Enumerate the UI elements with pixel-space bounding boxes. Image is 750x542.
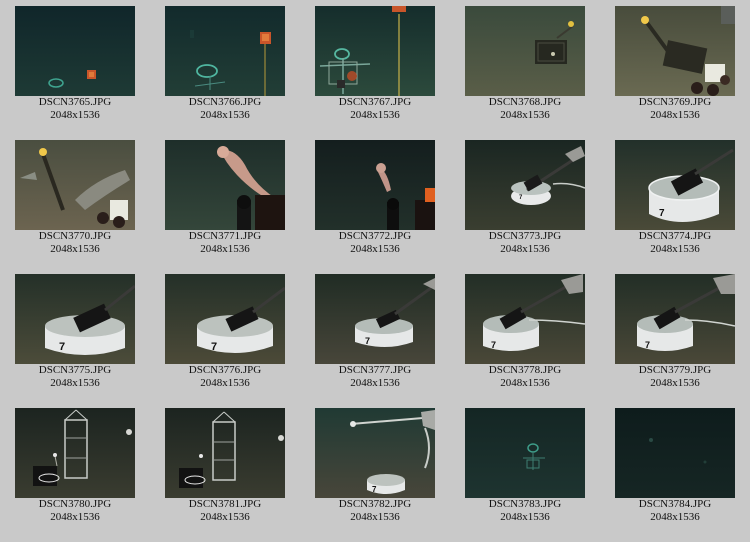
file-name[interactable]: DSCN3777.JPG [300, 364, 450, 377]
image-dimensions: 2048x1536 [350, 377, 400, 389]
photo-thumbnail[interactable] [315, 140, 435, 230]
file-name[interactable]: DSCN3779.JPG [600, 364, 750, 377]
image-dimensions: 2048x1536 [200, 109, 250, 121]
ring-number-label: 7 [659, 208, 665, 219]
gallery-cell: 7 DSCN3782.JPG 2048x1536 [300, 402, 450, 536]
thumbnail-gallery: DSCN3765.JPG 2048x1536 DSCN3766.JPG 2048… [0, 0, 750, 542]
file-name[interactable]: DSCN3778.JPG [450, 364, 600, 377]
ring-number-label: 7 [645, 340, 650, 350]
image-dimensions: 2048x1536 [350, 109, 400, 121]
gallery-cell: DSCN3770.JPG 2048x1536 [0, 134, 150, 268]
file-name[interactable]: DSCN3771.JPG [150, 230, 300, 243]
gallery-cell: 7 DSCN3777.JPG 2048x1536 [300, 268, 450, 402]
image-dimensions: 2048x1536 [650, 243, 700, 255]
file-name[interactable]: DSCN3772.JPG [300, 230, 450, 243]
file-name[interactable]: DSCN3768.JPG [450, 96, 600, 109]
photo-thumbnail[interactable] [165, 408, 285, 498]
photo-thumbnail[interactable] [465, 408, 585, 498]
image-dimensions: 2048x1536 [500, 243, 550, 255]
image-dimensions: 2048x1536 [500, 377, 550, 389]
image-dimensions: 2048x1536 [350, 243, 400, 255]
photo-thumbnail[interactable] [15, 6, 135, 96]
image-dimensions: 2048x1536 [200, 377, 250, 389]
photo-thumbnail[interactable] [615, 408, 735, 498]
file-name[interactable]: DSCN3775.JPG [0, 364, 150, 377]
gallery-cell: DSCN3772.JPG 2048x1536 [300, 134, 450, 268]
image-dimensions: 2048x1536 [50, 243, 100, 255]
gallery-cell: 7 DSCN3775.JPG 2048x1536 [0, 268, 150, 402]
gallery-cell: DSCN3768.JPG 2048x1536 [450, 0, 600, 134]
file-name[interactable]: DSCN3782.JPG [300, 498, 450, 511]
ring-number-label: 7 [211, 341, 217, 353]
file-name[interactable]: DSCN3781.JPG [150, 498, 300, 511]
image-dimensions: 2048x1536 [500, 511, 550, 523]
file-name[interactable]: DSCN3776.JPG [150, 364, 300, 377]
image-dimensions: 2048x1536 [650, 377, 700, 389]
photo-thumbnail[interactable]: 7 [315, 274, 435, 364]
file-name[interactable]: DSCN3780.JPG [0, 498, 150, 511]
gallery-cell: DSCN3780.JPG 2048x1536 [0, 402, 150, 536]
photo-thumbnail[interactable]: 7 [15, 274, 135, 364]
image-dimensions: 2048x1536 [650, 511, 700, 523]
ring-number-label: 7 [372, 485, 377, 494]
image-dimensions: 2048x1536 [350, 511, 400, 523]
image-dimensions: 2048x1536 [200, 511, 250, 523]
photo-thumbnail[interactable]: 7 [465, 274, 585, 364]
gallery-cell: DSCN3781.JPG 2048x1536 [150, 402, 300, 536]
photo-thumbnail[interactable]: 7 [465, 140, 585, 230]
file-name[interactable]: DSCN3766.JPG [150, 96, 300, 109]
image-dimensions: 2048x1536 [50, 511, 100, 523]
photo-thumbnail[interactable] [165, 6, 285, 96]
photo-thumbnail[interactable]: 7 [615, 140, 735, 230]
photo-thumbnail[interactable]: 7 [165, 274, 285, 364]
file-name[interactable]: DSCN3770.JPG [0, 230, 150, 243]
gallery-cell: DSCN3783.JPG 2048x1536 [450, 402, 600, 536]
image-dimensions: 2048x1536 [50, 377, 100, 389]
file-name[interactable]: DSCN3783.JPG [450, 498, 600, 511]
ring-number-label: 7 [365, 336, 370, 346]
photo-thumbnail[interactable]: 7 [315, 408, 435, 498]
gallery-cell: 7 DSCN3773.JPG 2048x1536 [450, 134, 600, 268]
file-name[interactable]: DSCN3784.JPG [600, 498, 750, 511]
file-name[interactable]: DSCN3769.JPG [600, 96, 750, 109]
gallery-cell: DSCN3765.JPG 2048x1536 [0, 0, 150, 134]
gallery-cell: DSCN3767.JPG 2048x1536 [300, 0, 450, 134]
gallery-cell: 7 DSCN3774.JPG 2048x1536 [600, 134, 750, 268]
file-name[interactable]: DSCN3767.JPG [300, 96, 450, 109]
gallery-cell: 7 DSCN3779.JPG 2048x1536 [600, 268, 750, 402]
ring-number-label: 7 [59, 341, 65, 353]
ring-number-label: 7 [491, 340, 496, 350]
photo-thumbnail[interactable] [615, 6, 735, 96]
photo-thumbnail[interactable] [165, 140, 285, 230]
gallery-cell: DSCN3769.JPG 2048x1536 [600, 0, 750, 134]
photo-thumbnail[interactable] [15, 140, 135, 230]
gallery-cell: 7 DSCN3778.JPG 2048x1536 [450, 268, 600, 402]
file-name[interactable]: DSCN3773.JPG [450, 230, 600, 243]
gallery-cell: 7 DSCN3776.JPG 2048x1536 [150, 268, 300, 402]
photo-thumbnail[interactable] [15, 408, 135, 498]
gallery-cell: DSCN3766.JPG 2048x1536 [150, 0, 300, 134]
gallery-cell: DSCN3771.JPG 2048x1536 [150, 134, 300, 268]
file-name[interactable]: DSCN3765.JPG [0, 96, 150, 109]
photo-thumbnail[interactable] [465, 6, 585, 96]
photo-thumbnail[interactable]: 7 [615, 274, 735, 364]
image-dimensions: 2048x1536 [500, 109, 550, 121]
image-dimensions: 2048x1536 [200, 243, 250, 255]
image-dimensions: 2048x1536 [50, 109, 100, 121]
gallery-cell: DSCN3784.JPG 2048x1536 [600, 402, 750, 536]
file-name[interactable]: DSCN3774.JPG [600, 230, 750, 243]
image-dimensions: 2048x1536 [650, 109, 700, 121]
photo-thumbnail[interactable] [315, 6, 435, 96]
